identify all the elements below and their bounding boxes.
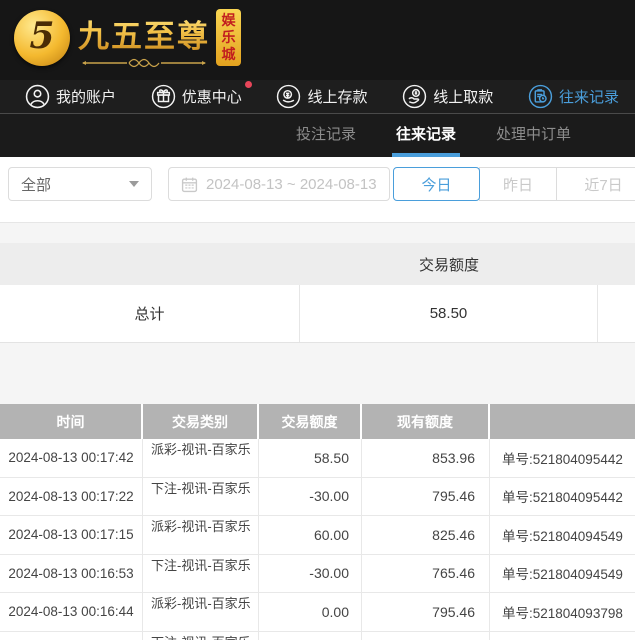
col-header-time: 时间 xyxy=(0,404,143,439)
subtab-label: 投注记录 xyxy=(296,123,356,144)
cell-order: 单号:521804095442 xyxy=(490,478,635,516)
type-select[interactable]: 全部 xyxy=(8,167,152,201)
cell-amount: -30.00 xyxy=(259,478,362,516)
summary-header-row: 交易额度 xyxy=(0,243,635,285)
cell-balance: 795.46 xyxy=(362,593,490,631)
cell-category: 派彩-视讯-百家乐 xyxy=(143,439,259,477)
yesterday-button[interactable]: 昨日 xyxy=(479,167,557,201)
cell-order xyxy=(490,632,635,640)
transactions-table: 时间 交易类别 交易额度 现有额度 2024-08-13 00:17:42 派彩… xyxy=(0,404,635,640)
nav-item-online-withdraw[interactable]: 线上取款 xyxy=(402,84,493,109)
yesterday-button-label: 昨日 xyxy=(503,174,533,195)
cell-time: 2024-08-13 00:17:22 xyxy=(0,478,143,516)
cell-balance: 825.46 xyxy=(362,516,490,554)
table-row: 2024-08-13 00:17:15 派彩-视讯-百家乐 60.00 825.… xyxy=(0,516,635,555)
nav-item-label: 我的账户 xyxy=(56,86,116,107)
summary-header-amount: 交易额度 xyxy=(300,254,598,275)
badge-char: 城 xyxy=(222,46,236,63)
nav-item-my-account[interactable]: 我的账户 xyxy=(25,84,116,109)
date-range-input[interactable]: 2024-08-13 ~ 2024-08-13 xyxy=(168,167,390,201)
cell-amount: 0.00 xyxy=(259,593,362,631)
cell-category: 下注-视讯-百家乐 xyxy=(143,632,259,640)
cell-balance xyxy=(362,632,490,640)
records-clipboard-icon xyxy=(528,84,553,109)
last-7-days-button[interactable]: 近7日 xyxy=(556,167,635,201)
table-row: 2024-08-13 00:17:22 下注-视讯-百家乐 -30.00 795… xyxy=(0,478,635,517)
cell-amount: 60.00 xyxy=(259,516,362,554)
summary-total-row: 总计 58.50 xyxy=(0,285,635,343)
cell-category: 派彩-视讯-百家乐 xyxy=(143,593,259,631)
brand-name: 九五至尊 xyxy=(78,11,210,56)
table-rows: 2024-08-13 00:17:42 派彩-视讯-百家乐 58.50 853.… xyxy=(0,439,635,640)
filter-bar: 全部 2024-08-13 ~ 2024-08-13 今日 昨日 近7日 xyxy=(0,157,635,223)
cell-amount xyxy=(259,632,362,640)
flourish-ornament xyxy=(81,57,207,69)
cell-order: 单号:521804093798 xyxy=(490,593,635,631)
cell-amount: 58.50 xyxy=(259,439,362,477)
quick-date-buttons: 今日 昨日 近7日 xyxy=(393,167,635,201)
table-row: 2024-08-13 00:16:53 下注-视讯-百家乐 -30.00 765… xyxy=(0,555,635,594)
logo-glyph: 5 xyxy=(29,18,54,54)
site-header: 5 九五至尊 娱 乐 城 xyxy=(0,0,635,80)
cell-category: 下注-视讯-百家乐 xyxy=(143,555,259,593)
table-row: 2024-08-13 00:16:44 派彩-视讯-百家乐 0.00 795.4… xyxy=(0,593,635,632)
calendar-icon xyxy=(181,176,198,193)
cell-balance: 795.46 xyxy=(362,478,490,516)
nav-item-label: 线上存款 xyxy=(307,86,367,107)
notification-dot xyxy=(245,81,252,88)
cell-balance: 765.46 xyxy=(362,555,490,593)
site-logo[interactable]: 5 九五至尊 娱 乐 城 xyxy=(14,0,241,80)
cell-order: 单号:521804095442 xyxy=(490,439,635,477)
cell-time: 2024-08-13 00:16:53 xyxy=(0,555,143,593)
col-header-category: 交易类别 xyxy=(143,404,259,439)
cell-order: 单号:521804094549 xyxy=(490,516,635,554)
subtab-label: 处理中订单 xyxy=(496,123,571,144)
table-row: 下注-视讯-百家乐 xyxy=(0,632,635,640)
cell-time: 2024-08-13 00:16:44 xyxy=(0,593,143,631)
cell-time: 2024-08-13 00:17:15 xyxy=(0,516,143,554)
cell-time xyxy=(0,632,143,640)
cell-order: 单号:521804094549 xyxy=(490,555,635,593)
subtab-transaction-records[interactable]: 往来记录 xyxy=(392,114,460,157)
subtab-label: 往来记录 xyxy=(396,123,456,144)
withdraw-hand-icon xyxy=(402,84,427,109)
user-icon xyxy=(25,84,50,109)
date-range-value: 2024-08-13 ~ 2024-08-13 xyxy=(206,176,377,193)
col-header-amount: 交易额度 xyxy=(259,404,362,439)
col-header-order xyxy=(490,404,635,439)
deposit-coin-icon xyxy=(276,84,301,109)
today-button[interactable]: 今日 xyxy=(393,167,480,201)
main-nav: 我的账户 优惠中心 线上存款 线上取款 xyxy=(0,80,635,114)
nav-item-label: 往来记录 xyxy=(559,86,619,107)
subtab-processing-orders[interactable]: 处理中订单 xyxy=(492,114,575,157)
col-header-balance: 现有额度 xyxy=(362,404,490,439)
gift-icon xyxy=(151,84,176,109)
cell-amount: -30.00 xyxy=(259,555,362,593)
summary-total-label: 总计 xyxy=(0,285,300,342)
logo-mark-icon: 5 xyxy=(14,10,70,66)
summary-table: 交易额度 总计 58.50 xyxy=(0,243,635,343)
last-7-days-button-label: 近7日 xyxy=(584,174,622,195)
badge-char: 娱 xyxy=(222,12,236,29)
subtab-bar: 投注记录 往来记录 处理中订单 xyxy=(0,114,635,157)
cell-balance: 853.96 xyxy=(362,439,490,477)
table-header-row: 时间 交易类别 交易额度 现有额度 xyxy=(0,404,635,439)
cell-time: 2024-08-13 00:17:42 xyxy=(0,439,143,477)
summary-total-value: 58.50 xyxy=(300,285,598,342)
brand-badge: 娱 乐 城 xyxy=(216,9,241,66)
nav-item-label: 优惠中心 xyxy=(182,86,242,107)
nav-item-online-deposit[interactable]: 线上存款 xyxy=(276,84,367,109)
table-row: 2024-08-13 00:17:42 派彩-视讯-百家乐 58.50 853.… xyxy=(0,439,635,478)
subtab-betting-records[interactable]: 投注记录 xyxy=(292,114,360,157)
cell-category: 下注-视讯-百家乐 xyxy=(143,478,259,516)
cell-category: 派彩-视讯-百家乐 xyxy=(143,516,259,554)
nav-item-label: 线上取款 xyxy=(433,86,493,107)
chevron-down-icon xyxy=(129,181,139,187)
nav-item-promo-center[interactable]: 优惠中心 xyxy=(151,84,242,109)
type-select-value: 全部 xyxy=(21,174,51,195)
badge-char: 乐 xyxy=(222,29,236,46)
nav-item-transaction-records[interactable]: 往来记录 xyxy=(528,84,619,109)
today-button-label: 今日 xyxy=(421,174,451,195)
